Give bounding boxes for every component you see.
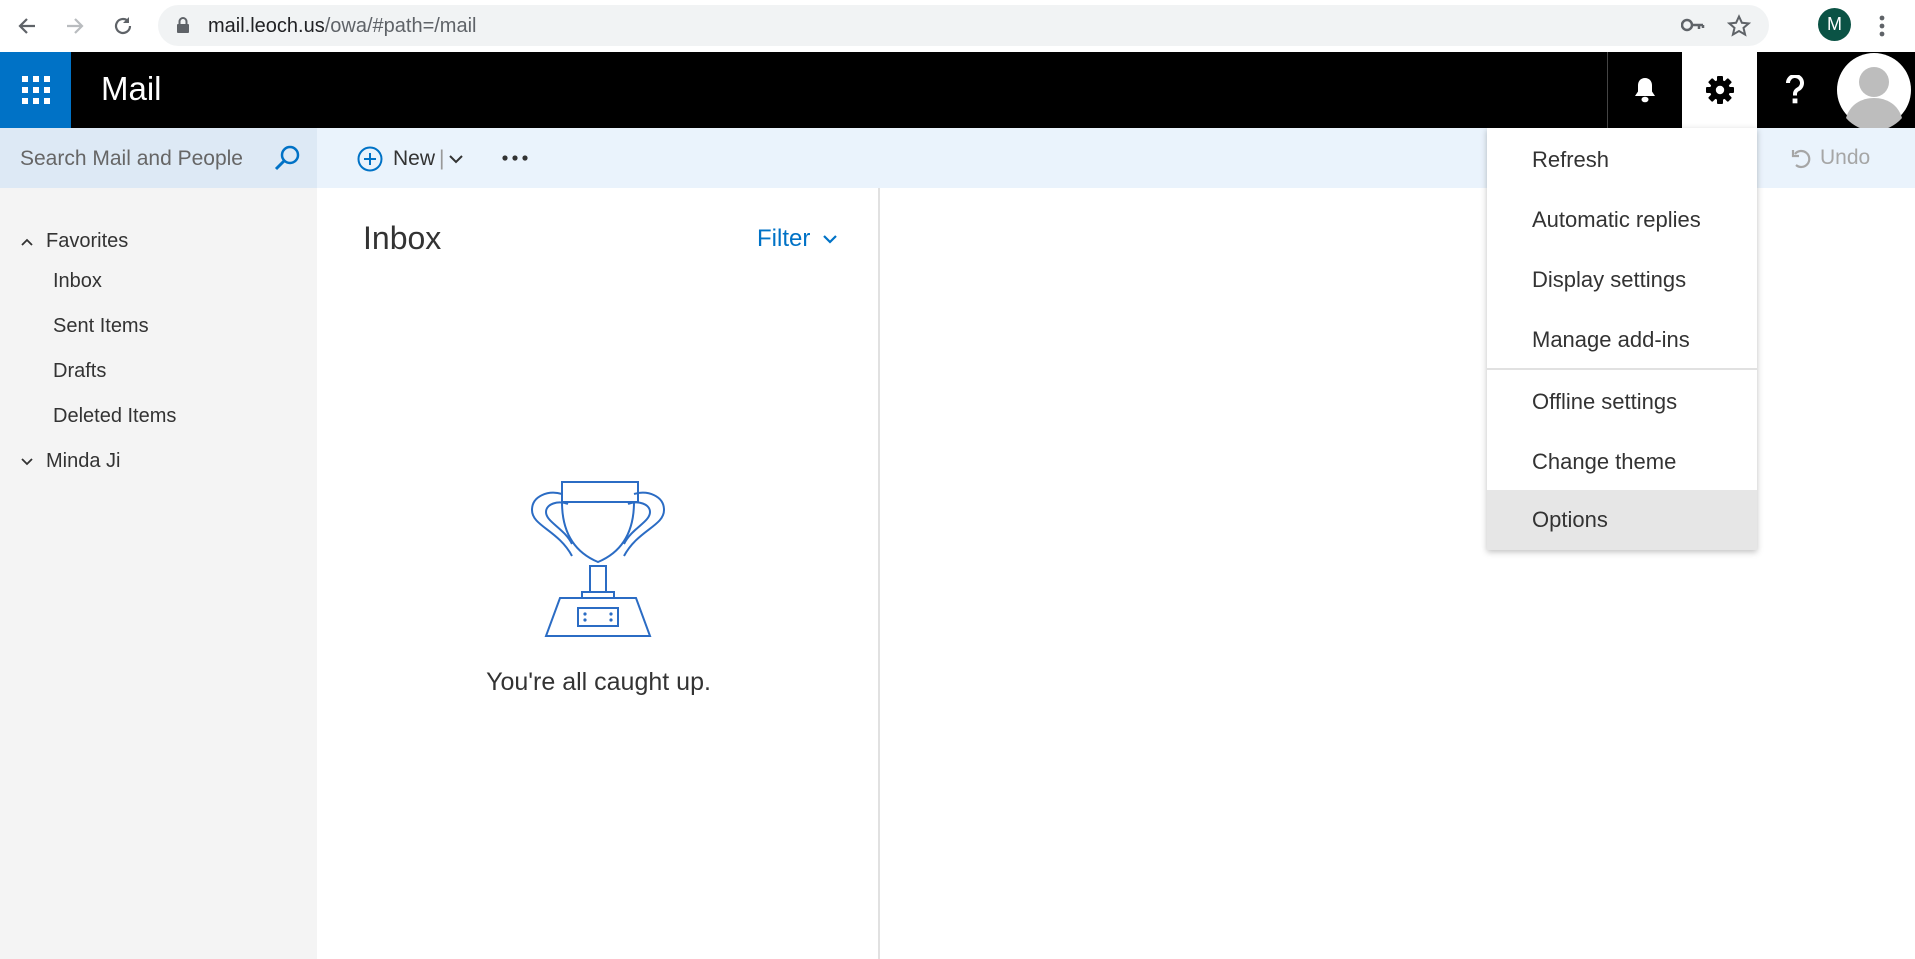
chevron-down-icon xyxy=(823,235,838,244)
browser-menu-button[interactable] xyxy=(1868,8,1896,44)
undo-button[interactable]: Undo xyxy=(1790,146,1870,170)
menu-item-refresh[interactable]: Refresh xyxy=(1487,130,1757,190)
account-label: Minda Ji xyxy=(46,450,121,472)
suite-bar: Mail xyxy=(0,52,1915,128)
folder-item-sent-items[interactable]: Sent Items xyxy=(53,315,149,338)
reload-button[interactable] xyxy=(105,8,141,44)
search-box[interactable]: Search Mail and People xyxy=(0,128,317,188)
folder-item-deleted-items[interactable]: Deleted Items xyxy=(53,405,176,428)
search-icon[interactable] xyxy=(272,143,302,173)
menu-item-options[interactable]: Options xyxy=(1487,490,1757,550)
key-icon[interactable] xyxy=(1681,15,1705,35)
question-mark-icon xyxy=(1785,75,1804,104)
user-avatar-button[interactable] xyxy=(1832,52,1915,128)
filter-button[interactable]: Filter xyxy=(757,225,838,253)
menu-item-change-theme[interactable]: Change theme xyxy=(1487,432,1757,492)
back-button[interactable] xyxy=(9,8,45,44)
app-launcher-button[interactable] xyxy=(0,52,71,128)
address-bar[interactable]: mail.leoch.us/owa/#path=/mail xyxy=(158,5,1769,46)
bell-icon xyxy=(1635,78,1655,103)
more-actions-button[interactable] xyxy=(500,143,530,173)
new-separator: | xyxy=(439,147,445,170)
gear-icon xyxy=(1705,76,1734,104)
settings-menu: Refresh Automatic replies Display settin… xyxy=(1487,128,1757,550)
new-label: New xyxy=(393,147,436,170)
waffle-icon xyxy=(21,76,50,104)
settings-button[interactable] xyxy=(1682,52,1757,128)
empty-state-message: You're all caught up. xyxy=(486,668,711,696)
menu-item-manage-add-ins[interactable]: Manage add-ins xyxy=(1487,310,1757,370)
reload-icon xyxy=(114,17,132,35)
browser-toolbar: mail.leoch.us/owa/#path=/mail M xyxy=(0,0,1915,52)
forward-button[interactable] xyxy=(57,8,93,44)
add-circle-icon xyxy=(357,146,383,172)
folder-pane: Favorites Inbox Sent Items Drafts Delete… xyxy=(0,188,317,959)
undo-label: Undo xyxy=(1820,146,1871,169)
filter-label: Filter xyxy=(757,225,811,252)
more-horizontal-icon xyxy=(502,155,528,161)
menu-item-offline-settings[interactable]: Offline settings xyxy=(1487,372,1757,432)
notifications-button[interactable] xyxy=(1607,52,1682,128)
chevron-down-icon[interactable] xyxy=(448,153,464,165)
lock-icon xyxy=(177,17,189,33)
avatar-icon xyxy=(1837,53,1911,128)
new-message-button[interactable]: New | xyxy=(357,142,464,176)
back-arrow-icon xyxy=(18,18,35,34)
search-placeholder: Search Mail and People xyxy=(20,147,243,170)
trophy-icon xyxy=(530,481,666,637)
bookmark-star-icon[interactable] xyxy=(1727,14,1751,38)
forward-arrow-icon xyxy=(67,18,84,34)
favorites-header[interactable]: Favorites xyxy=(20,230,128,253)
account-header[interactable]: Minda Ji xyxy=(20,450,120,473)
favorites-label: Favorites xyxy=(46,230,129,252)
menu-item-automatic-replies[interactable]: Automatic replies xyxy=(1487,190,1757,250)
more-vertical-icon xyxy=(1879,15,1885,37)
help-button[interactable] xyxy=(1757,52,1832,128)
url-text: mail.leoch.us/owa/#path=/mail xyxy=(208,15,477,37)
message-list-pane: Inbox Filter You're all caught up. xyxy=(317,188,880,959)
menu-divider xyxy=(1487,368,1757,370)
app-name[interactable]: Mail xyxy=(101,70,162,108)
folder-item-drafts[interactable]: Drafts xyxy=(53,360,106,383)
undo-icon xyxy=(1791,149,1811,169)
menu-item-display-settings[interactable]: Display settings xyxy=(1487,250,1757,310)
chevron-down-icon xyxy=(21,457,33,465)
folder-item-inbox[interactable]: Inbox xyxy=(53,270,102,293)
folder-title: Inbox xyxy=(363,220,442,256)
browser-profile-avatar[interactable]: M xyxy=(1818,8,1851,41)
chevron-up-icon xyxy=(21,238,33,246)
